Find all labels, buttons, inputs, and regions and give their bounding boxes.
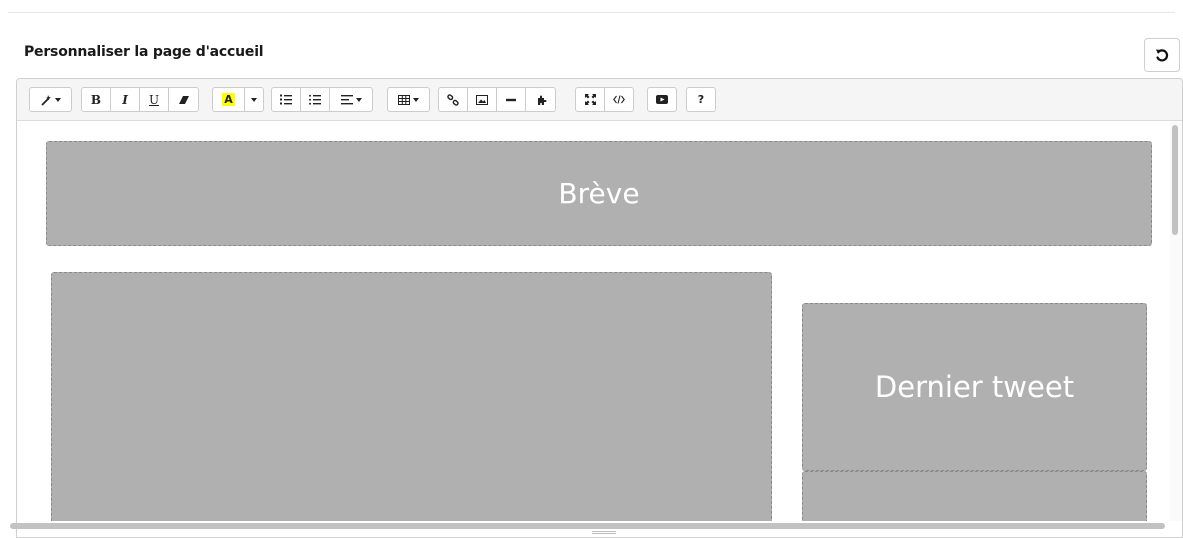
color-letter: A: [222, 93, 235, 106]
text-color-button[interactable]: A: [212, 87, 245, 112]
chevron-down-icon: [355, 97, 362, 102]
help-button[interactable]: ?: [686, 87, 716, 112]
dernier-tweet-block[interactable]: Dernier tweet: [802, 303, 1147, 471]
link-icon: [447, 93, 459, 106]
plugin-button[interactable]: [525, 87, 556, 112]
vertical-scrollbar-thumb[interactable]: [1172, 125, 1178, 235]
style-dropdown-button[interactable]: [29, 87, 72, 112]
bold-button[interactable]: B: [81, 87, 111, 112]
clear-format-button[interactable]: [168, 87, 199, 112]
underline-button[interactable]: U: [139, 87, 169, 112]
insert-link-button[interactable]: [438, 87, 468, 112]
insert-image-button[interactable]: [467, 87, 497, 112]
horizontal-scrollbar[interactable]: [10, 523, 1165, 529]
main-content-block[interactable]: [51, 272, 772, 521]
side-block-lower[interactable]: [802, 471, 1147, 521]
fullscreen-button[interactable]: [575, 87, 605, 112]
rotate-ccw-icon: [1155, 49, 1169, 62]
page-title: Personnaliser la page d'accueil: [24, 44, 264, 60]
ordered-list-icon: [280, 94, 292, 105]
image-icon: [476, 94, 488, 105]
insert-hr-button[interactable]: [496, 87, 526, 112]
chevron-down-icon: [55, 97, 61, 102]
unordered-list-icon: [309, 94, 321, 105]
table-dropdown-button[interactable]: [387, 87, 430, 112]
breve-block[interactable]: Brève: [46, 141, 1152, 246]
breve-label: Brève: [558, 177, 640, 210]
video-icon: [656, 95, 668, 104]
top-divider: [8, 12, 1175, 13]
unordered-list-button[interactable]: [300, 87, 330, 112]
code-view-icon: [613, 95, 625, 104]
horizontal-rule-icon: [506, 98, 516, 101]
dernier-tweet-label: Dernier tweet: [874, 370, 1075, 404]
editor-toolbar: B I U A ?: [17, 79, 1182, 121]
editor-content-area[interactable]: Brève Dernier tweet: [17, 121, 1169, 521]
chevron-down-icon: [413, 97, 419, 102]
chevron-down-icon: [251, 97, 257, 102]
eraser-icon: [178, 95, 189, 104]
paragraph-align-dropdown-button[interactable]: [329, 87, 373, 112]
align-left-icon: [340, 94, 353, 104]
table-icon: [398, 94, 410, 105]
insert-video-button[interactable]: [647, 87, 677, 112]
magic-wand-icon: [41, 94, 51, 106]
text-color-dropdown-button[interactable]: [244, 87, 264, 112]
puzzle-icon: [537, 95, 546, 105]
code-view-button[interactable]: [604, 87, 634, 112]
italic-button[interactable]: I: [110, 87, 140, 112]
rich-text-editor: B I U A ? Brève Dernier tweet: [16, 78, 1183, 538]
ordered-list-button[interactable]: [271, 87, 301, 112]
fullscreen-icon: [584, 94, 596, 105]
reset-button[interactable]: [1144, 38, 1180, 72]
